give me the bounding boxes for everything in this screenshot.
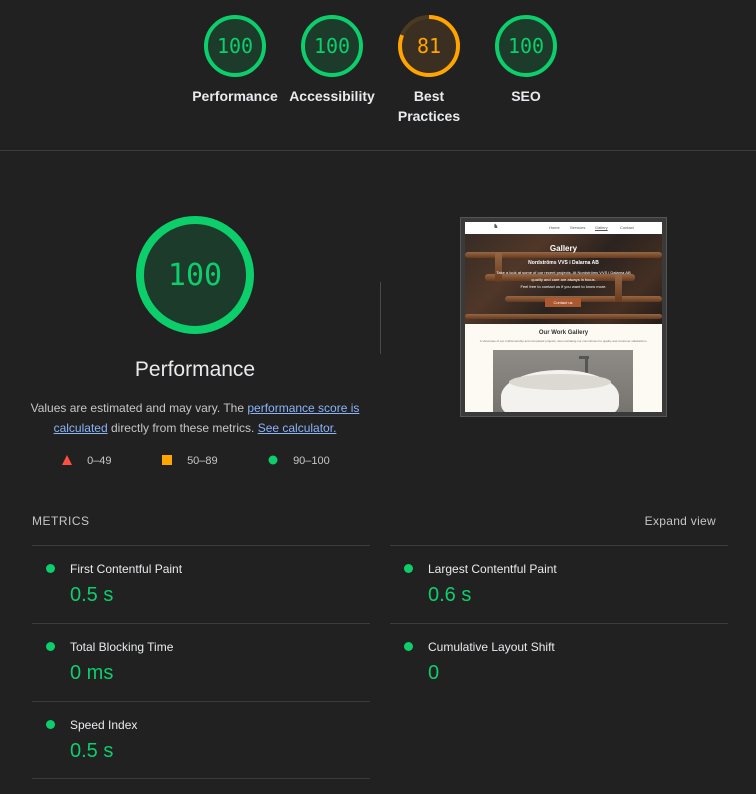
metric-speed-index: Speed Index 0.5 s <box>32 701 370 780</box>
square-icon <box>162 455 172 465</box>
main-gauge-score: 100 <box>168 258 222 293</box>
metric-value: 0.5 s <box>70 584 114 606</box>
screenshot-page: ♞ Home Services Gallery Contact Gallery … <box>465 222 662 412</box>
metric-name: Largest Contentful Paint <box>428 562 557 576</box>
pass-dot-icon <box>404 642 413 651</box>
gauge-label: Best Practices <box>397 88 461 124</box>
metric-name: Cumulative Layout Shift <box>428 640 555 654</box>
gauge-score: 81 <box>417 34 441 58</box>
screenshot-nav: ♞ Home Services Gallery Contact <box>465 222 662 234</box>
legend-pass: 90–100 <box>268 455 330 467</box>
gauge-ring: 100 <box>495 15 557 77</box>
metric-value: 0 ms <box>70 662 114 684</box>
gauge-score: 100 <box>217 34 253 58</box>
circle-icon <box>268 455 278 465</box>
legend-fail: 0–49 <box>62 455 112 467</box>
pass-dot-icon <box>46 720 55 729</box>
logo-icon: ♞ <box>493 224 499 230</box>
performance-title: Performance <box>134 358 256 381</box>
metric-cumulative-layout-shift: Cumulative Layout Shift 0 <box>390 623 728 702</box>
pass-dot-icon <box>46 642 55 651</box>
metric-name: Total Blocking Time <box>70 640 174 654</box>
metric-name: First Contentful Paint <box>70 562 183 576</box>
gauge-ring: 100 <box>301 15 363 77</box>
gauge-score: 100 <box>508 34 544 58</box>
triangle-icon <box>62 455 72 465</box>
legend-average: 50–89 <box>162 455 218 467</box>
gauge-performance[interactable]: 100 Performance <box>190 14 280 106</box>
metric-value: 0.6 s <box>428 584 472 606</box>
screenshot-hero: Gallery Nordströms VVS i Dalarna AB Take… <box>465 234 662 324</box>
final-screenshot[interactable]: ♞ Home Services Gallery Contact Gallery … <box>460 217 667 417</box>
performance-description: Values are estimated and may vary. The p… <box>30 401 360 435</box>
category-gauges-bar: 100 Performance 100 Accessibility 81 Bes… <box>0 0 756 151</box>
metric-first-contentful-paint: First Contentful Paint 0.5 s <box>32 545 370 624</box>
gauge-ring: 100 <box>204 15 266 77</box>
gauge-ring: 81 <box>398 15 460 77</box>
pass-dot-icon <box>46 564 55 573</box>
metric-value: 0.5 s <box>70 740 114 762</box>
metric-total-blocking-time: Total Blocking Time 0 ms <box>32 623 370 702</box>
expand-view-toggle[interactable]: Expand view <box>645 514 716 528</box>
pass-dot-icon <box>404 564 413 573</box>
performance-main-gauge: 100 <box>135 215 255 335</box>
metric-name: Speed Index <box>70 718 138 732</box>
gauge-seo[interactable]: 100 SEO <box>481 14 571 106</box>
metric-value: 0 <box>428 662 440 684</box>
vertical-divider <box>380 282 381 354</box>
metric-largest-contentful-paint: Largest Contentful Paint 0.6 s <box>390 545 728 624</box>
metrics-title: METRICS <box>32 514 90 528</box>
main-gauge-ring: 100 <box>136 216 254 334</box>
bathtub-photo <box>493 350 633 412</box>
gauge-score: 100 <box>314 34 350 58</box>
gauge-label: Performance <box>192 88 278 104</box>
metrics-bottom-divider <box>32 778 370 779</box>
gauge-label: Accessibility <box>289 88 375 104</box>
gauge-best-practices[interactable]: 81 Best Practices <box>384 14 474 126</box>
gauge-accessibility[interactable]: 100 Accessibility <box>287 14 377 106</box>
see-calculator-link[interactable]: See calculator. <box>258 421 337 435</box>
gauge-label: SEO <box>511 88 541 104</box>
